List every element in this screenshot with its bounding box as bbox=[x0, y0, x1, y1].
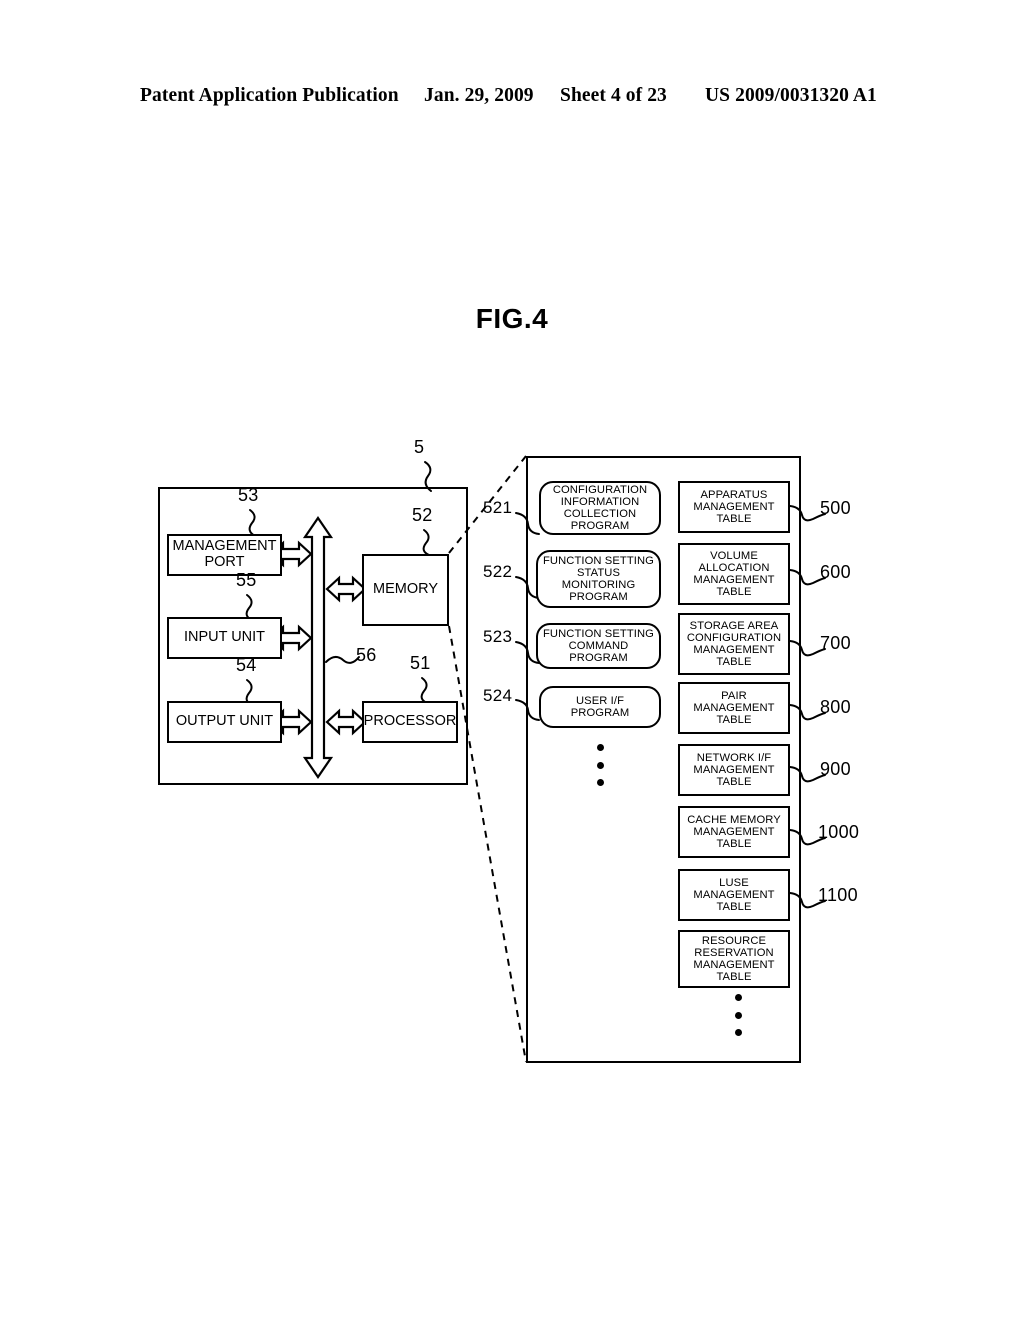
table-label: PAIR MANAGEMENT TABLE bbox=[693, 689, 775, 727]
input-unit-box: INPUT UNIT bbox=[167, 617, 282, 659]
table-box-network-if-management: NETWORK I/F MANAGEMENT TABLE bbox=[678, 744, 790, 796]
table-label: LUSE MANAGEMENT TABLE bbox=[693, 876, 775, 914]
program-box-configuration-information-collection: CONFIGURATION INFORMATION COLLECTION PRO… bbox=[539, 481, 661, 535]
table-label: RESOURCE RESERVATION MANAGEMENT TABLE bbox=[693, 934, 775, 984]
ref-numeral-51: 51 bbox=[410, 653, 431, 673]
figure-diagram: .stroke-blk { fill:none; stroke:#000; st… bbox=[0, 0, 1024, 1320]
ref-numeral-52: 52 bbox=[412, 505, 433, 525]
management-port-label: MANAGEMENT PORT bbox=[172, 538, 277, 570]
ref-numeral-800: 800 bbox=[820, 697, 851, 717]
ref-numeral-1000: 1000 bbox=[818, 822, 860, 842]
table-continuation-dots bbox=[734, 994, 742, 1036]
program-label: FUNCTION SETTING STATUS MONITORING PROGR… bbox=[543, 554, 654, 604]
management-port-box: MANAGEMENT PORT bbox=[167, 534, 282, 576]
ref-numeral-700: 700 bbox=[820, 633, 851, 653]
table-label: VOLUME ALLOCATION MANAGEMENT TABLE bbox=[693, 549, 775, 599]
processor-box: PROCESSOR bbox=[362, 701, 458, 743]
table-label: APPARATUS MANAGEMENT TABLE bbox=[693, 488, 775, 526]
table-box-volume-allocation-management: VOLUME ALLOCATION MANAGEMENT TABLE bbox=[678, 543, 790, 605]
ref-numeral-500: 500 bbox=[820, 498, 851, 518]
ref-numeral-900: 900 bbox=[820, 759, 851, 779]
table-label: CACHE MEMORY MANAGEMENT TABLE bbox=[687, 813, 781, 851]
figure-vector-layer: .stroke-blk { fill:none; stroke:#000; st… bbox=[245, 455, 826, 1063]
table-box-pair-management: PAIR MANAGEMENT TABLE bbox=[678, 682, 790, 734]
program-box-user-if: USER I/F PROGRAM bbox=[539, 686, 661, 728]
ref-numeral-53: 53 bbox=[238, 485, 259, 505]
table-label: STORAGE AREA CONFIGURATION MANAGEMENT TA… bbox=[686, 619, 782, 669]
table-label: NETWORK I/F MANAGEMENT TABLE bbox=[693, 751, 775, 789]
ref-numeral-521: 521 bbox=[483, 498, 513, 517]
processor-label: PROCESSOR bbox=[363, 713, 457, 730]
input-unit-label: INPUT UNIT bbox=[183, 629, 266, 646]
table-box-resource-reservation-management: RESOURCE RESERVATION MANAGEMENT TABLE bbox=[678, 930, 790, 988]
ref-numeral-56: 56 bbox=[356, 645, 377, 665]
ref-numeral-523: 523 bbox=[483, 627, 513, 646]
ref-numeral-54: 54 bbox=[236, 655, 257, 675]
ref-numeral-1100: 1100 bbox=[818, 885, 858, 905]
memory-label: MEMORY bbox=[373, 581, 438, 598]
table-box-storage-area-configuration-management: STORAGE AREA CONFIGURATION MANAGEMENT TA… bbox=[678, 613, 790, 675]
output-unit-box: OUTPUT UNIT bbox=[167, 701, 282, 743]
program-box-function-setting-command: FUNCTION SETTING COMMAND PROGRAM bbox=[536, 623, 661, 669]
ref-numeral-600: 600 bbox=[820, 562, 851, 582]
output-unit-label: OUTPUT UNIT bbox=[175, 713, 274, 730]
table-box-apparatus-management: APPARATUS MANAGEMENT TABLE bbox=[678, 481, 790, 533]
ref-numeral-524: 524 bbox=[483, 686, 513, 705]
table-box-luse-management: LUSE MANAGEMENT TABLE bbox=[678, 869, 790, 921]
program-label: CONFIGURATION INFORMATION COLLECTION PRO… bbox=[552, 483, 648, 533]
program-continuation-dots bbox=[596, 744, 604, 786]
program-label: FUNCTION SETTING COMMAND PROGRAM bbox=[543, 627, 654, 665]
program-box-function-setting-status-monitoring: FUNCTION SETTING STATUS MONITORING PROGR… bbox=[536, 550, 661, 608]
ref-numeral-55: 55 bbox=[236, 570, 257, 590]
memory-box: MEMORY bbox=[362, 554, 449, 626]
table-box-cache-memory-management: CACHE MEMORY MANAGEMENT TABLE bbox=[678, 806, 790, 858]
ref-numeral-5: 5 bbox=[414, 437, 425, 457]
program-label: USER I/F PROGRAM bbox=[570, 694, 630, 719]
ref-numeral-522: 522 bbox=[483, 562, 513, 581]
